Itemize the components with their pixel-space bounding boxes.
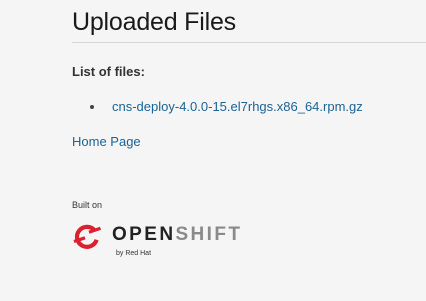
title-divider	[72, 42, 426, 43]
page-title: Uploaded Files	[72, 8, 236, 36]
list-item: cns-deploy-4.0.0-15.el7rhgs.x86_64.rpm.g…	[90, 99, 363, 115]
file-list-heading: List of files:	[72, 64, 145, 79]
brand-wordmark: OPENSHIFT	[112, 224, 242, 246]
brand-word-shift: SHIFT	[175, 224, 243, 245]
brand-subtitle: by Red Hat	[116, 250, 152, 257]
openshift-logo-icon	[73, 224, 102, 249]
built-on-label: Built on	[72, 200, 103, 210]
openshift-logo: OPENSHIFT by Red Hat	[72, 222, 262, 262]
bullet-icon	[90, 105, 94, 109]
file-list: cns-deploy-4.0.0-15.el7rhgs.x86_64.rpm.g…	[90, 99, 363, 115]
brand-word-open: OPEN	[112, 224, 176, 245]
home-page-link[interactable]: Home Page	[72, 134, 141, 149]
file-link[interactable]: cns-deploy-4.0.0-15.el7rhgs.x86_64.rpm.g…	[112, 99, 363, 115]
page: Uploaded Files List of files: cns-deploy…	[0, 0, 426, 301]
